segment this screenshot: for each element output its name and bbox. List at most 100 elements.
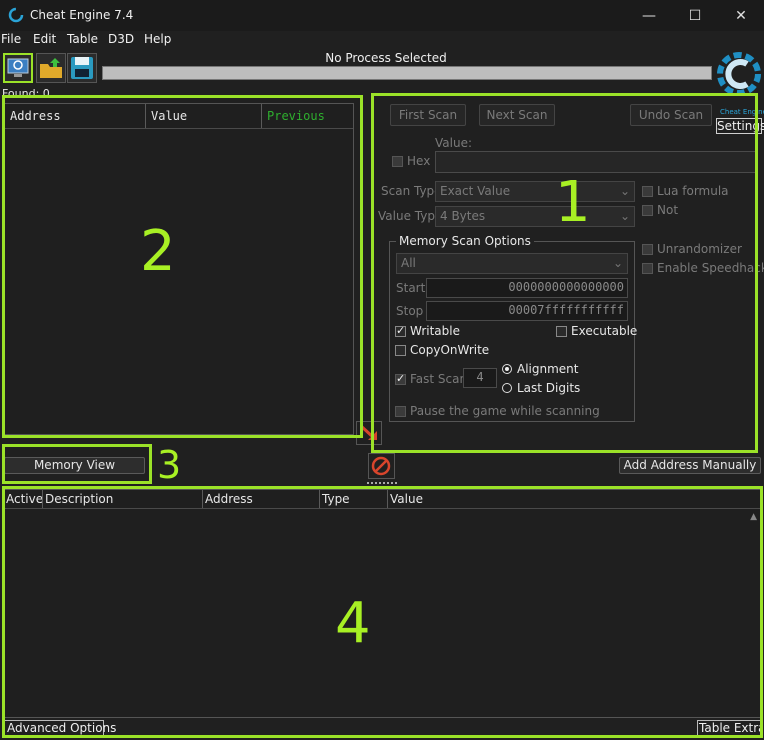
- save-table-button[interactable]: [67, 53, 97, 83]
- minimize-button[interactable]: —: [626, 0, 672, 31]
- arrow-down-right-icon: [359, 424, 377, 440]
- executable-checkbox[interactable]: [556, 326, 567, 337]
- lua-formula-checkbox[interactable]: [642, 186, 653, 197]
- found-count: Found: 0: [2, 87, 50, 100]
- address-list[interactable]: Active Description Address Type Value ▲: [4, 489, 761, 718]
- splitter-handle[interactable]: [367, 482, 397, 484]
- stop-button[interactable]: [368, 453, 395, 479]
- open-table-button[interactable]: [36, 53, 66, 83]
- scan-progress-bar: [102, 66, 712, 80]
- col-address[interactable]: Address: [205, 492, 253, 506]
- settings-button[interactable]: Settings: [716, 118, 764, 134]
- column-divider: [261, 104, 262, 128]
- app-logo-icon: [8, 7, 24, 23]
- add-address-manually-button[interactable]: Add Address Manually: [619, 457, 761, 474]
- found-addresses-list[interactable]: Address Value Previous: [4, 103, 354, 435]
- chevron-down-icon: ⌄: [612, 256, 623, 270]
- pause-game-label: Pause the game while scanning: [410, 404, 600, 418]
- maximize-button[interactable]: ☐: [672, 0, 718, 31]
- menu-bar: File Edit Table D3D Help: [0, 31, 764, 49]
- column-divider: [42, 490, 43, 508]
- value-type-label: Value Type: [378, 209, 443, 223]
- fast-scan-checkbox[interactable]: [395, 372, 406, 385]
- add-to-list-button[interactable]: [356, 421, 382, 445]
- annotation-number-1: 1: [555, 170, 591, 235]
- no-entry-icon: [371, 456, 391, 476]
- column-divider: [387, 490, 388, 508]
- start-label: Start: [396, 281, 426, 295]
- col-description[interactable]: Description: [45, 492, 113, 506]
- title-bar: Cheat Engine 7.4 — ☐ ✕: [0, 0, 764, 31]
- not-label: Not: [657, 203, 679, 217]
- logo-caption: Cheat Engine: [720, 108, 764, 116]
- next-scan-button[interactable]: Next Scan: [479, 104, 555, 126]
- start-address-input[interactable]: 0000000000000000: [426, 278, 628, 298]
- cheat-engine-logo[interactable]: Cheat Engine: [717, 52, 764, 118]
- open-process-button[interactable]: [3, 53, 33, 83]
- col-value[interactable]: Value: [151, 109, 187, 123]
- memory-scan-options-group: Memory Scan Options All ⌄ Start 000000000…: [389, 234, 638, 422]
- column-divider: [145, 104, 146, 128]
- close-button[interactable]: ✕: [718, 0, 764, 31]
- column-divider: [202, 490, 203, 508]
- last-digits-radio[interactable]: [502, 383, 512, 393]
- menu-help[interactable]: Help: [144, 32, 171, 46]
- copyonwrite-label: CopyOnWrite: [410, 343, 490, 357]
- scroll-up-icon[interactable]: ▲: [750, 512, 757, 522]
- writable-label: Writable: [410, 324, 460, 338]
- alignment-radio[interactable]: [502, 364, 512, 374]
- hex-label: Hex: [407, 154, 431, 168]
- stop-label: Stop: [396, 304, 424, 318]
- speedhack-label: Enable Speedhack: [657, 261, 764, 275]
- annotation-number-3: 3: [157, 443, 182, 487]
- lua-formula-label: Lua formula: [657, 184, 729, 198]
- col-active[interactable]: Active: [6, 492, 43, 506]
- alignment-label: Alignment: [517, 362, 579, 376]
- fast-scan-label: Fast Scan: [410, 372, 468, 386]
- advanced-options-button[interactable]: Advanced Options: [4, 720, 116, 737]
- value-type-select[interactable]: 4 Bytes ⌄: [435, 206, 635, 227]
- speedhack-checkbox[interactable]: [642, 263, 653, 274]
- scan-type-select[interactable]: Exact Value ⌄: [435, 181, 635, 202]
- cheat-engine-logo-icon: [717, 52, 761, 96]
- column-divider: [319, 490, 320, 508]
- pause-game-checkbox[interactable]: [395, 406, 406, 417]
- save-icon: [71, 57, 93, 79]
- address-list-header: Active Description Address Type Value: [5, 490, 760, 509]
- fast-scan-alignment-input[interactable]: 4: [463, 368, 497, 388]
- col-type[interactable]: Type: [322, 492, 350, 506]
- stop-address-input[interactable]: 00007fffffffffff: [426, 301, 628, 321]
- table-extras-button[interactable]: Table Extras: [697, 720, 761, 737]
- menu-table[interactable]: Table: [67, 32, 98, 46]
- computer-icon: [7, 58, 29, 77]
- chevron-down-icon: ⌄: [619, 209, 630, 223]
- unrandomizer-label: Unrandomizer: [657, 242, 742, 256]
- annotation-number-2: 2: [140, 219, 176, 284]
- col-address[interactable]: Address: [10, 109, 61, 123]
- region-select[interactable]: All ⌄: [396, 253, 628, 274]
- process-label: No Process Selected: [325, 51, 447, 65]
- writable-checkbox[interactable]: [395, 324, 406, 337]
- menu-file[interactable]: File: [1, 32, 21, 46]
- value-input[interactable]: [435, 151, 758, 173]
- unrandomizer-checkbox[interactable]: [642, 244, 653, 255]
- hex-checkbox[interactable]: [392, 156, 403, 167]
- menu-edit[interactable]: Edit: [33, 32, 56, 46]
- executable-label: Executable: [571, 324, 638, 338]
- undo-scan-button[interactable]: Undo Scan: [630, 104, 712, 126]
- memory-scan-options-title: Memory Scan Options: [396, 234, 534, 248]
- col-value[interactable]: Value: [390, 492, 423, 506]
- value-label: Value:: [435, 136, 472, 150]
- copyonwrite-checkbox[interactable]: [395, 345, 406, 356]
- memory-view-button[interactable]: Memory View: [4, 457, 145, 474]
- results-header: Address Value Previous: [5, 104, 353, 129]
- annotation-number-4: 4: [335, 591, 371, 656]
- chevron-down-icon: ⌄: [619, 184, 630, 198]
- first-scan-button[interactable]: First Scan: [390, 104, 466, 126]
- menu-d3d[interactable]: D3D: [108, 32, 134, 46]
- folder-open-icon: [40, 58, 62, 78]
- not-checkbox[interactable]: [642, 205, 653, 216]
- window-title: Cheat Engine 7.4: [30, 8, 134, 22]
- col-previous[interactable]: Previous: [267, 109, 325, 123]
- scan-type-label: Scan Type: [381, 184, 442, 198]
